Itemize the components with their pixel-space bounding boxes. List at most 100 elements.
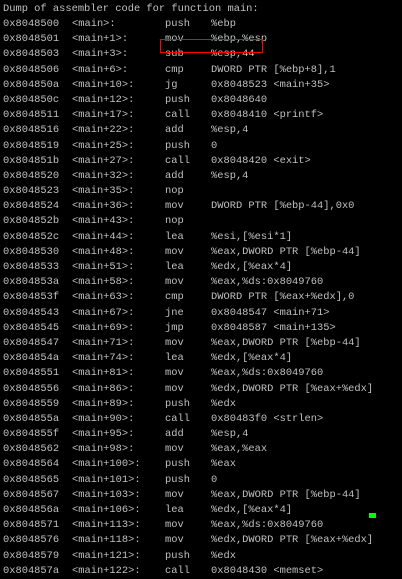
instruction-opcode: push <box>165 458 190 471</box>
instruction-opcode: lea <box>165 504 184 516</box>
instruction-symbol: <main+121>: <box>72 549 141 562</box>
instruction-address: 0x8048564 <box>3 458 60 471</box>
instruction-symbol: <main+48>: <box>72 245 135 258</box>
instruction-address: 0x8048576 <box>3 534 60 547</box>
instruction-address: 0x8048520 <box>3 169 60 182</box>
instruction-address: 0x804855a <box>3 412 60 425</box>
instruction-opcode: call <box>165 154 190 167</box>
instruction-opcode: mov <box>165 336 184 349</box>
instruction-operands: %edx,[%eax*4] <box>211 261 293 273</box>
instruction-operands: 0x8048430 <memset> <box>211 564 324 577</box>
instruction-symbol: <main+74>: <box>72 352 135 365</box>
instruction-symbol: <main+98>: <box>72 443 135 456</box>
instruction-address: 0x8048500 <box>3 18 60 30</box>
instruction-opcode: cmp <box>165 63 184 76</box>
instruction-operands: %edx,[%eax*4] <box>211 504 293 516</box>
instruction-opcode: push <box>165 18 190 30</box>
instruction-operands: %esp,4 <box>211 428 249 441</box>
instruction-operands: %eax,%eax <box>211 443 268 456</box>
instruction-operands: DWORD PTR [%eax+%edx],0 <box>211 291 355 304</box>
disassembly-header: Dump of assembler code for function main… <box>3 3 259 15</box>
terminal-window[interactable]: Dump of assembler code for function main… <box>0 0 402 577</box>
instruction-opcode: mov <box>165 367 184 380</box>
instruction-address: 0x8048551 <box>3 367 60 380</box>
instruction-address: 0x8048519 <box>3 139 60 152</box>
instruction-operands: %edx,[%eax*4] <box>211 352 293 365</box>
instruction-symbol: <main+118>: <box>72 534 141 547</box>
instruction-symbol: <main+17>: <box>72 109 135 122</box>
highlighted-instruction-box <box>160 39 263 53</box>
instruction-operands: %esp,4 <box>211 169 249 182</box>
instruction-symbol: <main+32>: <box>72 169 135 182</box>
instruction-opcode: jne <box>165 306 184 319</box>
instruction-address: 0x804852c <box>3 230 60 243</box>
instruction-address: 0x804851b <box>3 154 60 167</box>
instruction-operands: %eax,%ds:0x8049760 <box>211 276 324 289</box>
instruction-opcode: mov <box>165 276 184 289</box>
instruction-address: 0x804850a <box>3 78 60 91</box>
instruction-address: 0x804853f <box>3 291 60 304</box>
instruction-address: 0x8048523 <box>3 185 60 198</box>
instruction-opcode: lea <box>165 230 184 243</box>
instruction-operands: 0x8048410 <printf> <box>211 109 324 122</box>
instruction-opcode: add <box>165 169 184 182</box>
instruction-symbol: <main+63>: <box>72 291 135 304</box>
instruction-address: 0x8048506 <box>3 63 60 76</box>
instruction-address: 0x8048545 <box>3 321 60 334</box>
instruction-operands: 0x8048587 <main+135> <box>211 321 336 334</box>
instruction-address: 0x804853a <box>3 276 60 289</box>
instruction-symbol: <main+90>: <box>72 412 135 425</box>
instruction-opcode: mov <box>165 200 184 213</box>
instruction-operands: DWORD PTR [%ebp-44],0x0 <box>211 200 355 213</box>
instruction-address: 0x8048562 <box>3 443 60 456</box>
instruction-operands: DWORD PTR [%ebp+8],1 <box>211 63 336 76</box>
instruction-opcode: push <box>165 473 190 486</box>
instruction-operands: %edx,DWORD PTR [%eax+%edx] <box>211 382 374 395</box>
instruction-opcode: add <box>165 124 184 137</box>
instruction-symbol: <main+10>: <box>72 78 135 91</box>
instruction-address: 0x804854a <box>3 352 60 365</box>
instruction-symbol: <main+69>: <box>72 321 135 334</box>
instruction-address: 0x8048501 <box>3 33 60 46</box>
instruction-symbol: <main>: <box>72 18 116 30</box>
instruction-opcode: call <box>165 564 190 577</box>
instruction-opcode: mov <box>165 382 184 395</box>
instruction-operands: 0x8048523 <main+35> <box>211 78 330 91</box>
instruction-symbol: <main+86>: <box>72 382 135 395</box>
instruction-operands: 0x8048547 <main+71> <box>211 306 330 319</box>
instruction-symbol: <main+122>: <box>72 564 141 577</box>
instruction-operands: %esp,4 <box>211 124 249 137</box>
instruction-opcode: mov <box>165 534 184 547</box>
instruction-symbol: <main+67>: <box>72 306 135 319</box>
instruction-address: 0x8048579 <box>3 549 60 562</box>
instruction-opcode: push <box>165 397 190 410</box>
instruction-operands: %eax,%ds:0x8049760 <box>211 519 324 532</box>
instruction-opcode: jmp <box>165 321 184 334</box>
instruction-symbol: <main+12>: <box>72 93 135 106</box>
instruction-address: 0x8048530 <box>3 245 60 258</box>
instruction-operands: 0x80483f0 <strlen> <box>211 412 324 425</box>
instruction-address: 0x8048516 <box>3 124 60 137</box>
instruction-symbol: <main+27>: <box>72 154 135 167</box>
instruction-symbol: <main+51>: <box>72 261 135 273</box>
instruction-symbol: <main+25>: <box>72 139 135 152</box>
instruction-opcode: cmp <box>165 291 184 304</box>
instruction-symbol: <main+6>: <box>72 63 129 76</box>
instruction-opcode: mov <box>165 443 184 456</box>
instruction-symbol: <main+81>: <box>72 367 135 380</box>
instruction-operands: %eax,DWORD PTR [%ebp-44] <box>211 336 361 349</box>
instruction-symbol: <main+1>: <box>72 33 129 46</box>
instruction-operands: %eax,DWORD PTR [%ebp-44] <box>211 245 361 258</box>
instruction-operands: %ebp <box>211 18 236 30</box>
instruction-operands: %eax,%ds:0x8049760 <box>211 367 324 380</box>
instruction-opcode: lea <box>165 261 184 273</box>
instruction-symbol: <main+113>: <box>72 519 141 532</box>
instruction-address: 0x8048511 <box>3 109 60 122</box>
instruction-operands: %esi,[%esi*1] <box>211 230 293 243</box>
instruction-opcode: nop <box>165 185 184 198</box>
instruction-opcode: mov <box>165 519 184 532</box>
instruction-operands: %edx,DWORD PTR [%eax+%edx] <box>211 534 374 547</box>
instruction-symbol: <main+106>: <box>72 504 141 516</box>
instruction-address: 0x804857a <box>3 564 60 577</box>
instruction-address: 0x804856a <box>3 504 60 516</box>
